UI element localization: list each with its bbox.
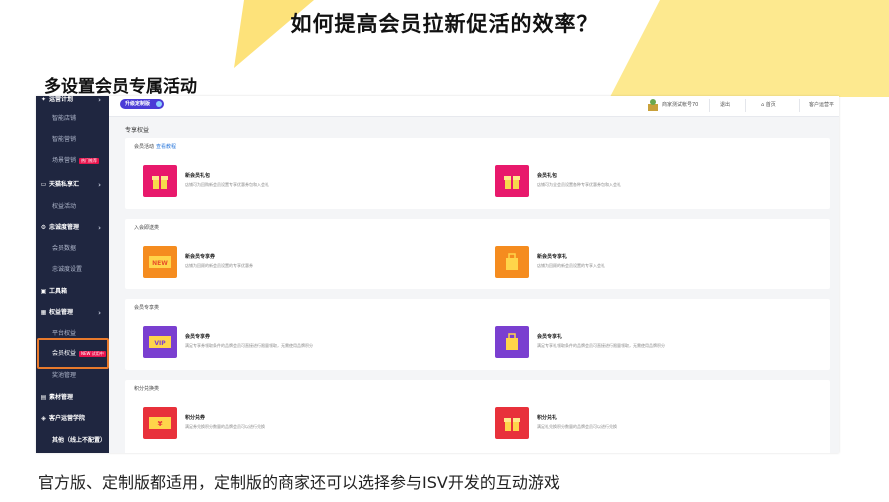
home-link[interactable]: ⌂ 首页 bbox=[761, 96, 776, 114]
svg-text:NEW: NEW bbox=[152, 260, 168, 267]
sidebar-item-toolbox[interactable]: ▣ 工具箱 bbox=[36, 285, 109, 299]
book-icon: ◈ bbox=[41, 415, 46, 422]
slide-caption: 官方版、定制版都适用，定制版的商家还可以选择参与ISV开发的互动游戏 bbox=[38, 473, 560, 492]
chevron-right-icon: › bbox=[98, 96, 101, 104]
svg-text:VIP: VIP bbox=[154, 340, 166, 347]
new-ticket-icon: NEW bbox=[143, 246, 177, 278]
image-icon: ▤ bbox=[40, 394, 47, 401]
entry-new-member-gift-pack[interactable]: 新会员礼包 店铺可为回购新会员设置专享优惠券包和入会礼 bbox=[143, 165, 443, 197]
sidebar-item-academy[interactable]: ◈ 客户运营学院 bbox=[36, 412, 109, 426]
upgrade-button[interactable]: 升级定制版 bbox=[120, 99, 165, 109]
entry-member-gift[interactable]: 会员专享礼 满足专享礼领取条件的品牌会员可直接进行限量领取，无需使用品牌积分 bbox=[495, 326, 795, 358]
page-title: 专享权益 bbox=[125, 127, 150, 134]
chevron-right-icon: › bbox=[98, 224, 101, 232]
entry-new-member-gift[interactable]: 新会员专享礼 店铺为回顾的新会员设置的专享入会礼 bbox=[495, 246, 795, 278]
gift-box-icon bbox=[495, 407, 529, 439]
section-member-activity: 会员活动 查看教程 新会员礼包 店铺可为回购新会员设置专享优惠券包和入会礼 会员礼… bbox=[125, 138, 830, 209]
account-name[interactable]: 商家测试帐号70 bbox=[662, 96, 698, 114]
new-badge: NEW 试用中 bbox=[79, 350, 106, 357]
yen-ticket-icon: ¥ bbox=[143, 407, 177, 439]
bulb-icon: ✦ bbox=[40, 96, 47, 103]
entry-points-gift[interactable]: 积分兑礼 满足礼兑换积分数量的品牌会员可以进行兑换 bbox=[495, 407, 795, 439]
sidebar-item-smart-marketing[interactable]: 智能营销 bbox=[36, 133, 109, 147]
sidebar-item-other[interactable]: 其他（线上不配置） bbox=[36, 434, 109, 448]
arrow-up-icon bbox=[156, 101, 163, 107]
section-member-exclusive: 会员专享类 VIP 会员专享券 满足专享券领取条件的品牌会员可直接进行限量领取，… bbox=[125, 299, 830, 370]
vip-ticket-icon: VIP bbox=[143, 326, 177, 358]
gift-box-icon bbox=[143, 165, 177, 197]
avatar bbox=[648, 99, 658, 111]
slide-title: 如何提高会员拉新促活的效率？ bbox=[290, 12, 599, 36]
sidebar-item-loyalty-settings[interactable]: 忠诚度设置 bbox=[36, 263, 109, 277]
gift-box-icon bbox=[495, 165, 529, 197]
divider bbox=[745, 99, 746, 112]
section-join-gift: 入会即送类 NEW 新会员专享券 店铺为回顾的新会员设置的专享优惠券 新会员专享… bbox=[125, 219, 830, 289]
slide-subtitle: 多设置会员专属活动 bbox=[44, 77, 197, 97]
section-points-exchange: 积分兑换类 ¥ 积分兑券 满足券兑换积分数量的品牌会员可以进行兑换 积分兑礼 满… bbox=[125, 380, 830, 453]
home-icon: ⌂ bbox=[761, 102, 765, 108]
section-title: 会员活动 查看教程 bbox=[134, 144, 177, 150]
svg-text:¥: ¥ bbox=[158, 420, 163, 428]
sidebar-item-prize-pool[interactable]: 奖池管理 bbox=[36, 369, 109, 383]
sidebar-item-loyalty[interactable]: ⚙ 忠诚度管理 › bbox=[36, 221, 109, 235]
sidebar-item-operation-plan[interactable]: ✦ 运营计划 › bbox=[36, 96, 109, 107]
gift-icon: ▦ bbox=[40, 309, 47, 316]
chevron-right-icon: › bbox=[98, 181, 101, 189]
entry-member-gift-pack[interactable]: 会员礼包 店铺可为全会员设置各种专享优惠券包和入会礼 bbox=[495, 165, 795, 197]
gift-bag-icon bbox=[495, 246, 529, 278]
gear-icon: ⚙ bbox=[40, 224, 47, 231]
entry-points-coupon[interactable]: ¥ 积分兑券 满足券兑换积分数量的品牌会员可以进行兑换 bbox=[143, 407, 443, 439]
tutorial-link[interactable]: 查看教程 bbox=[156, 144, 176, 150]
gift-bag-icon bbox=[495, 326, 529, 358]
sidebar-item-member-benefits[interactable]: 会员权益 NEW 试用中 bbox=[36, 347, 109, 361]
entry-member-coupon[interactable]: VIP 会员专享券 满足专享券领取条件的品牌会员可直接进行限量领取，无需使用品牌… bbox=[143, 326, 443, 358]
hot-badge: 热门推荐 bbox=[79, 157, 100, 164]
divider bbox=[709, 99, 710, 112]
sidebar-item-benefit-activity[interactable]: 权益活动 bbox=[36, 200, 109, 214]
sidebar-item-materials[interactable]: ▤ 素材管理 bbox=[36, 391, 109, 405]
section-title: 会员专享类 bbox=[134, 305, 160, 311]
toolbox-icon: ▣ bbox=[40, 288, 47, 295]
main-content: 专享权益 会员活动 查看教程 新会员礼包 店铺可为回购新会员设置专享优惠券包和入会… bbox=[109, 116, 839, 453]
sidebar-item-member-data[interactable]: 会员数据 bbox=[36, 242, 109, 256]
logout-link[interactable]: 退出 bbox=[720, 96, 730, 114]
entry-new-member-coupon[interactable]: NEW 新会员专享券 店铺为回顾的新会员设置的专享优惠券 bbox=[143, 246, 443, 278]
sidebar-item-benefit-management[interactable]: ▦ 权益管理 › bbox=[36, 306, 109, 320]
section-title: 入会即送类 bbox=[134, 225, 160, 231]
embedded-screenshot: ✦ 运营计划 › 智能店铺 智能营销 场景营销 热门推荐 ▭ 天猫私享汇 › 权益活动 ⚙… bbox=[36, 96, 839, 453]
chevron-right-icon: › bbox=[98, 309, 101, 317]
divider bbox=[799, 99, 800, 112]
section-title: 积分兑换类 bbox=[134, 386, 160, 392]
tag-icon: ▭ bbox=[40, 181, 47, 188]
sidebar-item-smart-store[interactable]: 智能店铺 bbox=[36, 112, 109, 126]
top-bar: 升级定制版 商家测试帐号70 退出 ⌂ 首页 客户运营平 bbox=[109, 96, 839, 117]
sidebar-item-scene-marketing[interactable]: 场景营销 热门推荐 bbox=[36, 154, 109, 168]
sidebar: ✦ 运营计划 › 智能店铺 智能营销 场景营销 热门推荐 ▭ 天猫私享汇 › 权益活动 ⚙… bbox=[36, 96, 109, 453]
platform-link[interactable]: 客户运营平 bbox=[809, 96, 834, 114]
sidebar-item-tmall-club[interactable]: ▭ 天猫私享汇 › bbox=[36, 178, 109, 192]
